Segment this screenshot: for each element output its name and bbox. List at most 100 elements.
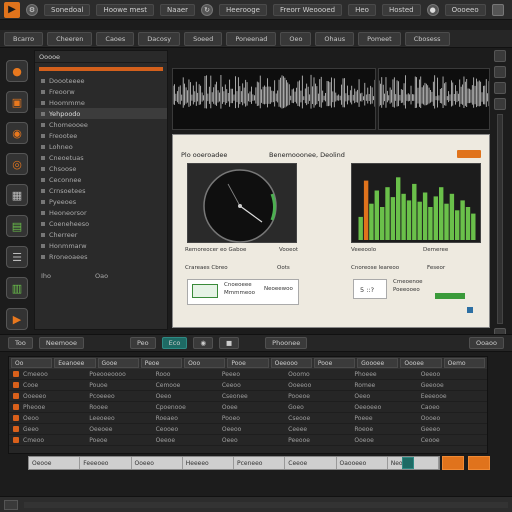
menu-item[interactable]: Oooeeo xyxy=(444,3,486,16)
left-panel-item[interactable]: Pyeeoes xyxy=(35,196,167,207)
table-cell: Leeoeeo xyxy=(89,414,115,422)
left-panel-item[interactable]: Hoommme xyxy=(35,97,167,108)
left-panel-item[interactable]: Lohneo xyxy=(35,141,167,152)
left-panel-item[interactable]: Cneoetuas xyxy=(35,152,167,163)
app-logo[interactable]: ▶ xyxy=(4,1,20,18)
menu-item[interactable]: Heo xyxy=(348,3,376,16)
waveform-panel-right[interactable] xyxy=(378,68,490,130)
timeline-segment[interactable]: Oeooe xyxy=(29,457,81,469)
left-panel-item[interactable]: Heoneorsor xyxy=(35,207,167,218)
column-header[interactable]: Pooe xyxy=(313,358,356,368)
timeline-segment[interactable]: Heeeeo xyxy=(183,457,234,469)
left-panel-item[interactable]: Ceconnee xyxy=(35,174,167,185)
tab[interactable]: Pomeet xyxy=(358,32,401,46)
orange-action-button[interactable] xyxy=(468,456,490,470)
left-panel-item[interactable]: Freoorw xyxy=(35,86,167,97)
timeline-segment[interactable]: Ceeoe xyxy=(285,457,337,469)
timeline-bar[interactable]: Oeooe Feeeoeo Ooeeo Heeeeo Pceneeo Ceeoe Oaooe… xyxy=(28,456,440,470)
menu-item[interactable]: Heerooge xyxy=(219,3,267,16)
left-panel-item[interactable]: Honmmarw xyxy=(35,240,167,251)
left-panel-item[interactable]: Chomeooee xyxy=(35,119,167,130)
tab[interactable]: Ohaus xyxy=(315,32,355,46)
left-panel-item[interactable]: Crnsoetees xyxy=(35,185,167,196)
stop-icon[interactable]: ■ xyxy=(219,337,240,349)
info-icon[interactable] xyxy=(467,307,473,313)
table-cell: Peeeo xyxy=(221,370,240,378)
tool-icon[interactable] xyxy=(494,98,506,110)
toolbar-button[interactable]: Ooaoo xyxy=(468,337,504,349)
toolbar-button[interactable]: Phoonee xyxy=(265,337,308,349)
toolbar-button-active[interactable]: Eco xyxy=(161,337,188,349)
column-header[interactable]: Goooee xyxy=(357,358,399,368)
tool-icon[interactable] xyxy=(494,82,506,94)
timeline-segment[interactable]: Pceneeo xyxy=(234,457,286,469)
left-panel-item[interactable]: Coeneheeso xyxy=(35,218,167,229)
menu-item[interactable]: Freorr Weoooed xyxy=(272,3,343,16)
tab[interactable]: Caoes xyxy=(96,32,135,46)
table-row[interactable]: Ooeeeo Pcoeeeo Oeeo Cseonee Pooeoe Oeeo Eeeeoo… xyxy=(9,391,487,402)
column-header[interactable]: Pooe xyxy=(227,358,269,368)
scroll-up-icon[interactable] xyxy=(494,50,506,62)
menu-item[interactable]: Naaer xyxy=(160,3,196,16)
toolbar-button[interactable]: Too xyxy=(8,337,33,349)
toolbar-button[interactable]: Peo xyxy=(129,337,156,349)
left-panel-item[interactable]: Freootee xyxy=(35,130,167,141)
table-row[interactable]: Cmeoo Poeoe Oeeoe Oeeo Peeooe Ooeoe Ceooe xyxy=(9,435,487,446)
left-panel-item[interactable]: Doooteeee xyxy=(35,75,167,86)
folder-icon[interactable]: ▣ xyxy=(6,91,28,113)
tab[interactable]: Bcarro xyxy=(4,32,44,46)
settings-icon[interactable]: ⚙ xyxy=(26,3,38,16)
tab[interactable]: Cheeren xyxy=(47,32,93,46)
summary-card-left[interactable]: Cnoeoeee Mmmmeoo Neoeewoo xyxy=(187,279,299,305)
table-row[interactable]: Pheooe Rooee Cpoenooe Ooee Goeo Oeeoeeo Caoeo xyxy=(9,402,487,413)
table-row[interactable]: Oeoo Leeoeeo Roeaeo Pooeo Cseooe Poeee Oooeo xyxy=(9,413,487,424)
column-header[interactable]: Peoe xyxy=(140,358,183,368)
tab[interactable]: Oeo xyxy=(280,32,312,46)
menu-item[interactable]: Hoowe mest xyxy=(96,3,155,16)
record-icon[interactable]: ● xyxy=(426,3,439,16)
column-header[interactable]: Gooe xyxy=(97,358,139,368)
timeline-segment[interactable]: Ooeeo xyxy=(132,457,183,469)
left-panel-item[interactable]: Yehpoodo xyxy=(35,108,167,119)
table-row[interactable]: Geeo Oeeoee Ceooeo Oeeoo Ceeee Roeoe Geeeo xyxy=(9,424,487,435)
column-header[interactable]: Oemo xyxy=(443,358,485,368)
table-row[interactable]: Cmeeoo Poeooeoooo Rooo Peeeo Ooomo Phoeee Oeeo… xyxy=(9,369,487,380)
tab[interactable]: Soeed xyxy=(184,32,223,46)
report-action-button[interactable] xyxy=(457,150,481,158)
left-panel-item[interactable]: Chsoose xyxy=(35,163,167,174)
list-icon[interactable]: ☰ xyxy=(6,246,28,268)
column-header[interactable]: Oeeooo xyxy=(270,358,312,368)
record-icon[interactable]: ◉ xyxy=(193,337,213,349)
toolbar-button[interactable]: Neemooe xyxy=(38,337,84,349)
left-panel-item[interactable]: Cherreer xyxy=(35,229,167,240)
waveform-panel-left[interactable] xyxy=(172,68,376,130)
camera-icon[interactable]: ◉ xyxy=(6,122,28,144)
tab[interactable]: Poneenad xyxy=(226,32,277,46)
table-row[interactable]: Cooe Pouoe Cemooe Ceeoo Ooeeoo Romee Geeooe xyxy=(9,380,487,391)
status-icon[interactable] xyxy=(4,499,18,510)
play-icon[interactable]: ▶ xyxy=(6,308,28,330)
left-panel-item[interactable]: Rroneoaees xyxy=(35,251,167,262)
menu-item[interactable]: Hosted xyxy=(381,3,421,16)
column-header[interactable]: Eeanoee xyxy=(54,358,96,368)
disc-icon[interactable]: ◎ xyxy=(6,153,28,175)
tab[interactable]: Cbosess xyxy=(404,32,450,46)
value-card[interactable]: 5 ::? xyxy=(353,279,387,299)
timeline-segment[interactable]: Oaooeeo xyxy=(337,457,388,469)
column-header[interactable]: Ooo xyxy=(184,358,226,368)
menu-item[interactable]: Sonedoal xyxy=(44,3,91,16)
timeline-marker[interactable] xyxy=(402,457,414,469)
timeline-segment[interactable]: Feeeoeo xyxy=(80,457,132,469)
sync-icon[interactable]: ↻ xyxy=(201,3,214,16)
vertical-scrollbar[interactable] xyxy=(497,114,503,324)
column-header[interactable]: Oo xyxy=(11,358,53,368)
document-icon[interactable]: ▥ xyxy=(6,277,28,299)
record-icon[interactable]: ● xyxy=(6,60,28,82)
chart-icon[interactable]: ▤ xyxy=(6,215,28,237)
alert-icon[interactable] xyxy=(491,3,504,16)
tool-icon[interactable] xyxy=(494,66,506,78)
orange-action-button[interactable] xyxy=(442,456,464,470)
column-header[interactable]: Oooee xyxy=(400,358,442,368)
grid-icon[interactable]: ▦ xyxy=(6,184,28,206)
tab[interactable]: Dacosy xyxy=(138,32,181,46)
